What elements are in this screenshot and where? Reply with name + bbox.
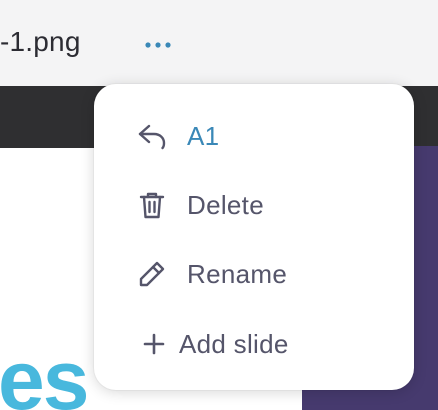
reply-arrow-icon	[136, 120, 168, 152]
trash-icon	[136, 189, 168, 221]
menu-item-add-slide[interactable]: Add slide	[94, 314, 414, 374]
slide-title-text: es	[0, 333, 89, 410]
menu-item-delete[interactable]: Delete	[94, 175, 414, 235]
app-stage: -1.png es A1 Delete Rename Add slide	[0, 0, 438, 410]
top-bar: -1.png	[0, 0, 438, 87]
plus-icon	[138, 328, 170, 360]
file-name: -1.png	[0, 26, 81, 57]
menu-item-label: Delete	[187, 189, 264, 220]
more-horizontal-icon	[144, 36, 172, 54]
menu-item-label: Add slide	[179, 328, 289, 359]
menu-item-a1[interactable]: A1	[94, 106, 414, 166]
more-options-button[interactable]	[138, 28, 178, 62]
menu-item-label: Rename	[187, 258, 288, 289]
menu-item-label: A1	[187, 120, 220, 151]
pencil-icon	[136, 258, 168, 290]
context-menu: A1 Delete Rename Add slide	[94, 84, 414, 390]
menu-item-rename[interactable]: Rename	[94, 244, 414, 304]
